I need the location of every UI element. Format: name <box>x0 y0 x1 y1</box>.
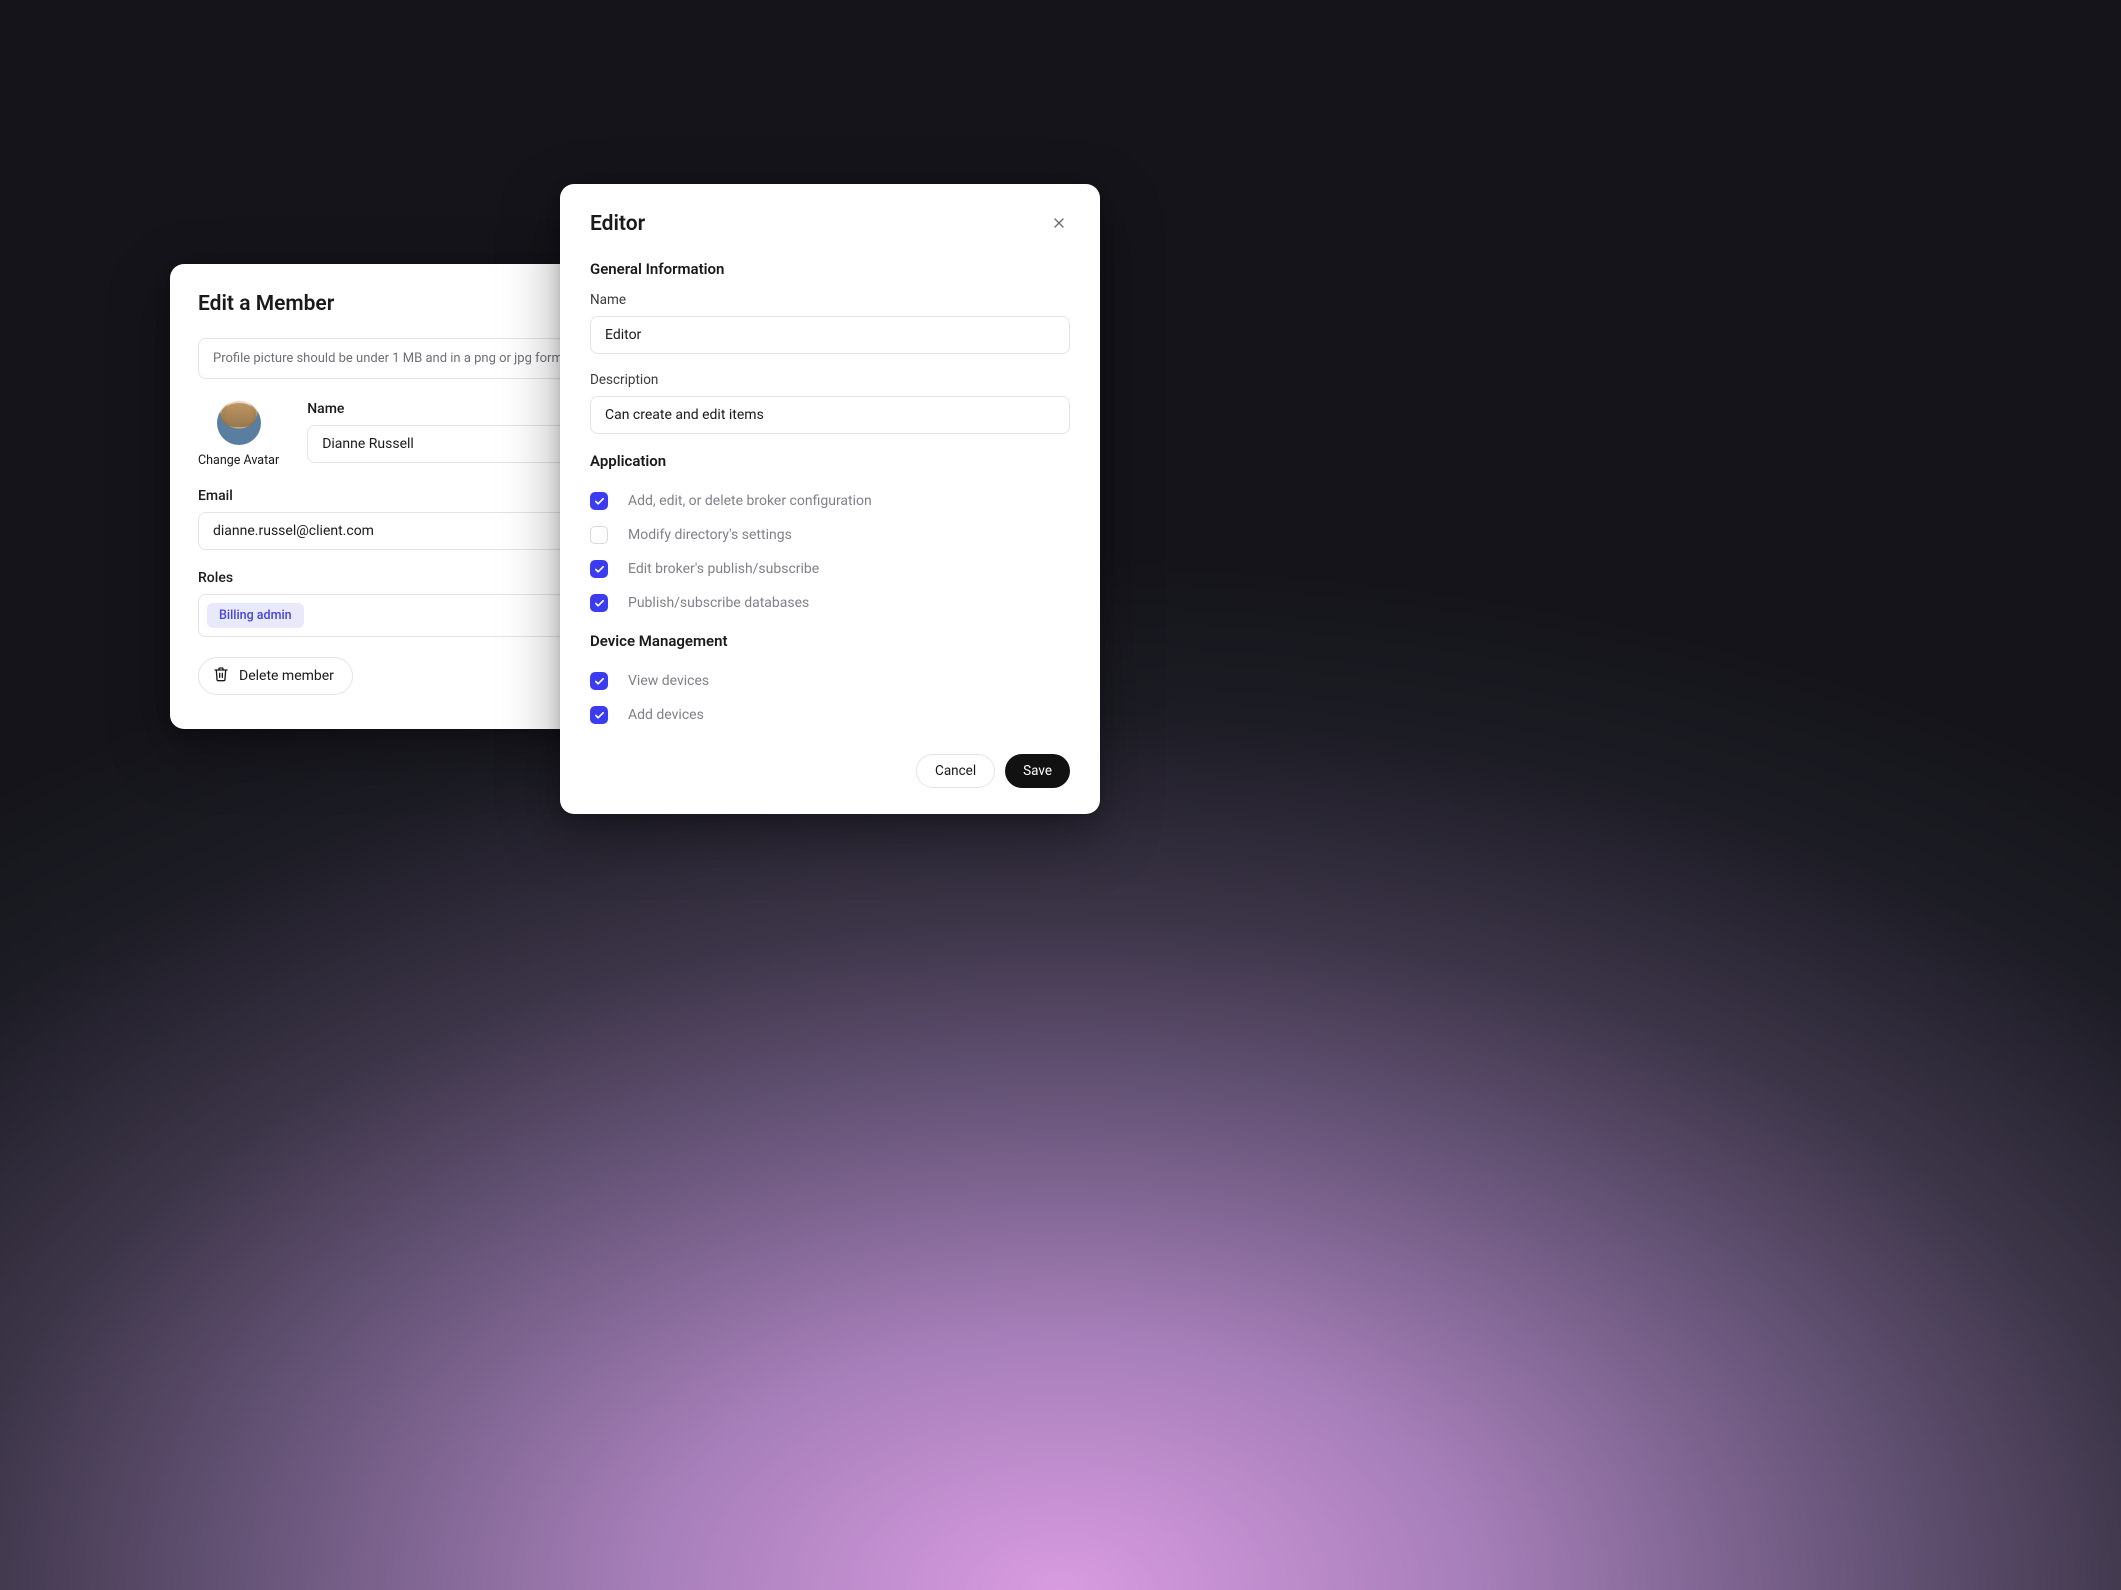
permission-checkbox[interactable] <box>590 706 608 724</box>
general-information-heading: General Information <box>590 260 1070 278</box>
permission-row: Modify directory's settings <box>590 518 1070 552</box>
permission-label: Publish/subscribe databases <box>628 595 809 611</box>
permission-row: Add, edit, or delete broker configuratio… <box>590 484 1070 518</box>
permission-label: Edit broker's publish/subscribe <box>628 561 819 577</box>
cancel-button[interactable]: Cancel <box>916 754 995 788</box>
role-name-input[interactable] <box>590 316 1070 354</box>
permission-checkbox[interactable] <box>590 560 608 578</box>
permission-row: Edit broker's publish/subscribe <box>590 552 1070 586</box>
permission-label: Modify directory's settings <box>628 527 792 543</box>
check-icon <box>594 492 605 511</box>
editor-title: Editor <box>590 212 645 236</box>
device-management-heading: Device Management <box>590 632 1070 650</box>
role-description-label: Description <box>590 372 1070 388</box>
avatar-column: Change Avatar <box>198 401 279 468</box>
close-button[interactable] <box>1048 213 1070 235</box>
permission-label: Add devices <box>628 707 704 723</box>
application-heading: Application <box>590 452 1070 470</box>
editor-footer: Cancel Save <box>590 754 1070 788</box>
device-permissions-section: Device Management View devices Add device… <box>590 632 1070 732</box>
editor-panel: Editor General Information Name Descript… <box>560 184 1100 814</box>
role-chip[interactable]: Billing admin <box>207 603 304 628</box>
role-name-label: Name <box>590 292 1070 308</box>
change-avatar-link[interactable]: Change Avatar <box>198 453 279 468</box>
permission-checkbox[interactable] <box>590 526 608 544</box>
editor-header: Editor <box>590 212 1070 236</box>
permission-label: Add, edit, or delete broker configuratio… <box>628 493 872 509</box>
permission-checkbox[interactable] <box>590 492 608 510</box>
trash-icon <box>213 666 229 686</box>
permission-checkbox[interactable] <box>590 672 608 690</box>
check-icon <box>594 706 605 725</box>
delete-member-label: Delete member <box>239 668 334 684</box>
check-icon <box>594 560 605 579</box>
save-button[interactable]: Save <box>1005 754 1070 788</box>
check-icon <box>594 594 605 613</box>
check-icon <box>594 672 605 691</box>
delete-member-button[interactable]: Delete member <box>198 657 353 695</box>
permission-checkbox[interactable] <box>590 594 608 612</box>
permission-row: View devices <box>590 664 1070 698</box>
permission-row: Add devices <box>590 698 1070 732</box>
permission-row: Publish/subscribe databases <box>590 586 1070 620</box>
role-description-input[interactable] <box>590 396 1070 434</box>
role-description-field: Description <box>590 372 1070 434</box>
role-name-field: Name <box>590 292 1070 354</box>
application-permissions-section: Application Add, edit, or delete broker … <box>590 452 1070 620</box>
permission-label: View devices <box>628 673 709 689</box>
avatar[interactable] <box>217 401 261 445</box>
close-icon <box>1051 215 1067 234</box>
